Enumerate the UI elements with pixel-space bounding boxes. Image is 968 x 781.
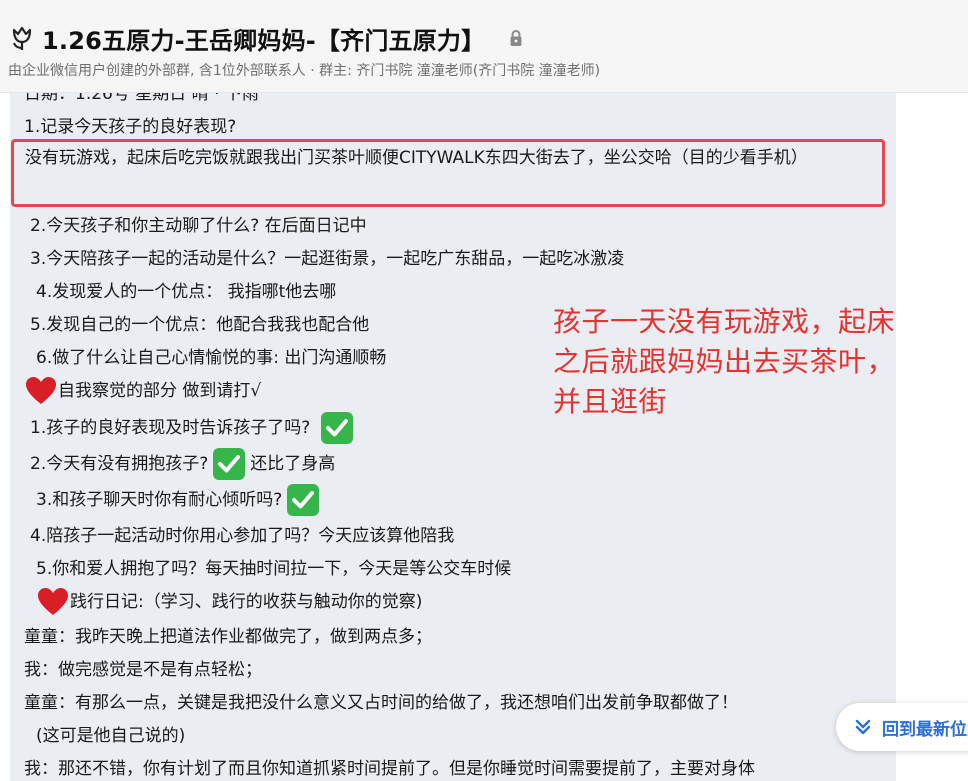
heart-icon: [26, 377, 56, 404]
awareness-2-before: 2.今天有没有拥抱孩子?: [30, 454, 209, 474]
awareness-2-line: 2.今天有没有拥抱孩子? 还比了身高: [30, 447, 335, 481]
question-5: 5.发现自己的一个优点：他配合我我也配合他: [30, 315, 370, 335]
red-annotation: 孩子一天没有玩游戏，起床 之后就跟妈妈出去买茶叶， 并且逛街: [553, 302, 953, 422]
message-bubble[interactable]: 日期：1.26号 星期日 晴 · 下雨 1.记录今天孩子的良好表现? 没有玩游戏…: [10, 93, 896, 781]
diary-line-3: 童童：有那么一点，关键是我把没什么意义又占时间的给做了，我还想咱们出发前争取都做…: [24, 693, 738, 713]
annotation-line-3: 并且逛街: [553, 385, 668, 418]
chevron-double-down-icon: [855, 719, 871, 735]
highlight-box: 没有玩游戏，起床后吃完饭就跟我出门买茶叶顺便CITYWALK东四大街去了，坐公交…: [11, 139, 885, 207]
tulip-icon: [12, 26, 32, 50]
back-to-latest-button[interactable]: 回到最新位置: [836, 703, 968, 751]
question-6: 6.做了什么让自己心情愉悦的事: 出门沟通顺畅: [36, 348, 387, 368]
back-to-latest-label: 回到最新位置: [882, 719, 968, 740]
heart-icon: [38, 588, 68, 615]
diary-line-1: 童童：我昨天晚上把道法作业都做完了，做到两点多；: [24, 627, 432, 647]
title-row: 1.26五原力-王岳卿妈妈-【齐门五原力】: [8, 16, 523, 60]
awareness-4: 4.陪孩子一起活动时你用心参加了吗？今天应该算他陪我: [30, 526, 455, 546]
awareness-2-after: 还比了身高: [250, 454, 336, 474]
annotation-line-2: 之后就跟妈妈出去买茶叶，: [553, 345, 896, 378]
check-icon: [287, 484, 320, 516]
chat-window: 1.26五原力-王岳卿妈妈-【齐门五原力】 由企业微信用户创建的外部群, 含1位…: [0, 0, 968, 781]
diary-line-2: 我：做完感觉是不是有点轻松；: [24, 660, 262, 680]
awareness-header-line: 自我察觉的部分 做到请打√: [24, 374, 261, 408]
question-4: 4.发现爱人的一个优点： 我指哪t他去哪: [36, 282, 337, 302]
awareness-3: 3.和孩子聊天时你有耐心倾听吗?: [36, 490, 283, 510]
check-icon: [320, 412, 353, 444]
lock-icon: [510, 30, 522, 46]
diary-line-5: 我：那还不错，你有计划了而且你知道抓紧时间提前了。但是你睡觉时间需要提前了，主要…: [24, 759, 755, 779]
awareness-1-line: 1.孩子的良好表现及时告诉孩子了吗?: [30, 411, 358, 445]
chat-subtitle: 由企业微信用户创建的外部群, 含1位外部联系人 · 群主: 齐门书院 潼潼老师(…: [8, 63, 601, 79]
check-icon: [213, 448, 246, 480]
question-1-answer: 没有玩游戏，起床后吃完饭就跟我出门买茶叶顺便CITYWALK东四大街去了，坐公交…: [25, 148, 808, 168]
message-list[interactable]: 日期：1.26号 星期日 晴 · 下雨 1.记录今天孩子的良好表现? 没有玩游戏…: [0, 93, 968, 781]
awareness-1: 1.孩子的良好表现及时告诉孩子了吗?: [30, 418, 311, 438]
diary-line-4: (这可是他自己说的): [36, 726, 186, 746]
awareness-5: 5.你和爱人拥抱了吗？每天抽时间拉一下，今天是等公交车时候: [36, 559, 512, 579]
question-1: 1.记录今天孩子的良好表现?: [24, 117, 237, 137]
question-2: 2.今天孩子和你主动聊了什么? 在后面日记中: [30, 216, 367, 236]
awareness-3-line: 3.和孩子聊天时你有耐心倾听吗?: [36, 483, 324, 517]
chat-header: 1.26五原力-王岳卿妈妈-【齐门五原力】 由企业微信用户创建的外部群, 含1位…: [0, 0, 968, 93]
message-line-cutoff: 日期：1.26号 星期日 晴 · 下雨: [24, 93, 259, 104]
annotation-line-1: 孩子一天没有玩游戏，起床: [553, 305, 896, 338]
chat-title: 1.26五原力-王岳卿妈妈-【齐门五原力】: [42, 26, 486, 55]
question-3: 3.今天陪孩子一起的活动是什么？一起逛街景，一起吃广东甜品，一起吃冰激凌: [30, 249, 625, 269]
diary-header: 践行日记:（学习、践行的收获与触动你的觉察): [70, 592, 423, 612]
diary-header-line: 践行日记:（学习、践行的收获与触动你的觉察): [36, 585, 422, 619]
awareness-header: 自我察觉的部分 做到请打√: [58, 381, 262, 401]
